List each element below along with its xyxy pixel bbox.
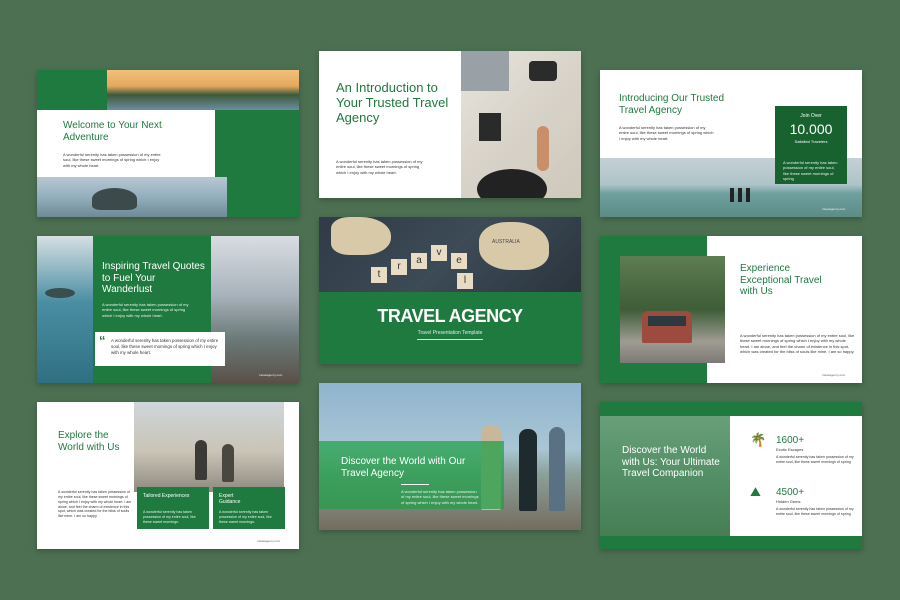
slide-title: Discover the World with Us: Your Ultimat… xyxy=(622,445,720,479)
slide-title: Introducing Our Trusted Travel Agency xyxy=(619,93,725,116)
palm-tree-icon: 🌴 xyxy=(750,432,767,447)
slide-introduction[interactable]: An Introduction to Your Trusted Travel A… xyxy=(319,51,581,198)
stat-label: Hidden Gems xyxy=(776,499,801,504)
continent-shape xyxy=(331,217,391,255)
australia-map-shape xyxy=(479,222,549,270)
stat-value: 10.000 xyxy=(789,121,833,137)
title-underline xyxy=(401,484,429,485)
footer-text: travelagency.com xyxy=(259,373,283,377)
letter-tile: a xyxy=(411,253,427,269)
slide-body: A wonderful serenity has taken possessio… xyxy=(401,489,479,505)
passport-shape xyxy=(479,113,501,141)
letter-tile: l xyxy=(457,273,473,289)
slide-body: A wonderful serenity has taken possessio… xyxy=(336,159,423,175)
slide-title: Experience Exceptional Travel with Us xyxy=(740,263,822,297)
slide-title: Welcome to Your Next Adventure xyxy=(63,120,162,143)
laptop-shape xyxy=(461,51,509,91)
slide-title: Explore the World with Us xyxy=(58,430,120,453)
card-title: Tailored Experiences xyxy=(143,493,190,499)
slide-welcome[interactable]: Welcome to Your Next Adventure A wonderf… xyxy=(37,70,299,217)
slide-body: A wonderful serenity has taken possessio… xyxy=(619,125,714,141)
stat-body: A wonderful serenity has taken possessio… xyxy=(776,507,854,516)
title-band xyxy=(319,292,581,364)
footer-text: travelagency.com xyxy=(257,539,281,543)
stat-body: A wonderful serenity has taken possessio… xyxy=(783,160,838,182)
stat-body: A wonderful serenity has taken possessio… xyxy=(776,455,854,464)
slide-body: A wonderful serenity has taken possessio… xyxy=(63,152,161,168)
camera-shape xyxy=(529,61,557,81)
join-label: Join Over xyxy=(800,113,822,119)
slide-experience[interactable]: Experience Exceptional Travel with Us A … xyxy=(600,236,862,383)
slide-title: TRAVEL AGENCY xyxy=(377,306,523,326)
slide-quotes[interactable]: Inspiring Travel Quotes to Fuel Your Wan… xyxy=(37,236,299,383)
card-body: A wonderful serenity has taken possessio… xyxy=(143,510,196,524)
slide-subtitle: Travel Presentation Template xyxy=(417,330,483,336)
sunset-photo xyxy=(107,70,299,110)
slide-title: Discover the World with Our Travel Agenc… xyxy=(341,456,466,479)
slide-introducing[interactable]: Introducing Our Trusted Travel Agency A … xyxy=(600,70,862,217)
slide-body: A wonderful serenity has taken possessio… xyxy=(58,490,132,519)
slide-companion[interactable]: Discover the World with Us: Your Ultimat… xyxy=(600,402,862,549)
road-photo xyxy=(134,402,284,492)
map-label: AUSTRALIA xyxy=(492,239,520,245)
slide-title: Inspiring Travel Quotes to Fuel Your Wan… xyxy=(102,261,205,295)
footer-text: travelagency.com xyxy=(822,207,846,211)
letter-tile: t xyxy=(371,267,387,283)
card-body: A wonderful serenity has taken possessio… xyxy=(219,510,272,524)
mountain-icon: ⛰ xyxy=(750,484,761,499)
slide-title: An Introduction to Your Trusted Travel A… xyxy=(336,80,449,125)
quote-icon: “ xyxy=(99,333,106,348)
van-forest-photo xyxy=(620,256,725,363)
card-title: Expert Guidance xyxy=(219,493,241,505)
letter-tile: v xyxy=(431,245,447,261)
stat-value: 4500+ xyxy=(776,487,805,498)
slide-body: A wonderful serenity has taken possessio… xyxy=(102,302,189,318)
letter-tile: e xyxy=(451,253,467,269)
footer-text: travelagency.com xyxy=(822,373,846,377)
island-photo xyxy=(37,236,93,383)
stat-value: 1600+ xyxy=(776,435,805,446)
stat-label: Satisfied Travelers xyxy=(794,139,828,144)
hand-shape xyxy=(537,126,549,171)
quote-text: A wonderful serenity has taken possessio… xyxy=(111,338,219,355)
slide-explore[interactable]: Explore the World with Us A wonderful se… xyxy=(37,402,299,549)
stat-label: Exotic Escapes xyxy=(776,447,804,452)
letter-tile: r xyxy=(391,259,407,275)
subtitle-underline xyxy=(417,339,483,340)
slide-discover[interactable]: Discover the World with Our Travel Agenc… xyxy=(319,383,581,530)
slide-cover[interactable]: AUSTRALIA t r a v e l TRAVEL AGENCY Trav… xyxy=(319,217,581,364)
slide-body: A wonderful serenity has taken possessio… xyxy=(740,333,855,355)
